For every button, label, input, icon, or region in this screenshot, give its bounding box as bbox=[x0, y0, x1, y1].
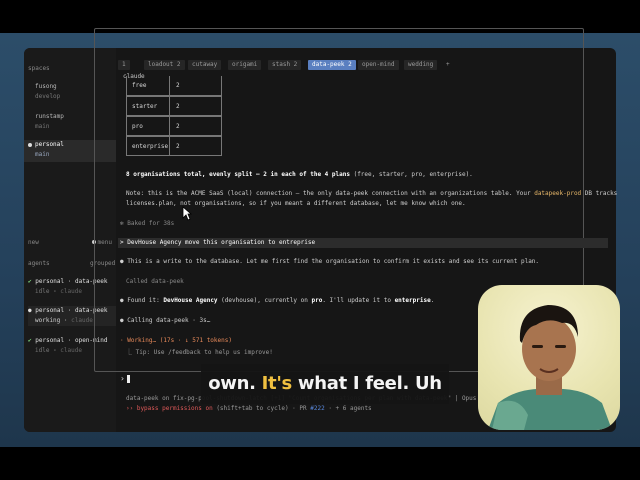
text-cursor bbox=[126, 374, 130, 383]
spinner-icon: ● bbox=[28, 307, 32, 314]
bypass-hint: (shift+tab to cycle) · PR bbox=[212, 405, 311, 412]
agents-label: agents bbox=[28, 260, 50, 267]
mouse-pointer-icon bbox=[182, 206, 192, 221]
webcam-overlay bbox=[478, 285, 620, 430]
plan-cell: free bbox=[127, 76, 170, 95]
agent-status: idle bbox=[35, 347, 50, 354]
count-cell: 2 bbox=[176, 143, 180, 150]
found-mid2: . I'll update it to bbox=[322, 297, 395, 304]
user-prompt-text: DevHouse Agency move this organisation t… bbox=[127, 239, 316, 246]
found-mid: (devhouse), currently on bbox=[217, 297, 312, 304]
table-row: enterprise 2 bbox=[126, 136, 222, 156]
summary-bold: 8 organisations total, evenly split — 2 … bbox=[126, 171, 350, 178]
agents-count: · + 6 agents bbox=[324, 405, 372, 412]
calling-line: ● Calling data-peek · 3s… bbox=[120, 317, 211, 324]
summary-tail: (free, starter, pro, enterprise). bbox=[349, 171, 473, 178]
agent-status: working bbox=[35, 317, 61, 324]
plan-cell: starter bbox=[127, 97, 170, 116]
count-cell: 2 bbox=[176, 123, 180, 130]
agent-sub: claude bbox=[60, 288, 82, 295]
caption-highlight: It's bbox=[261, 373, 293, 394]
table-row: pro 2 bbox=[126, 116, 222, 136]
prompt-marker: > bbox=[120, 239, 124, 246]
plan-cell: enterprise bbox=[127, 137, 170, 156]
target-plan: enterprise bbox=[394, 297, 431, 304]
note-text: Note: this is the ACME SaaS (local) conn… bbox=[126, 190, 535, 197]
person-avatar-icon bbox=[488, 305, 612, 430]
video-caption: own. It's what I feel. Uh bbox=[201, 364, 449, 404]
caption-post: what I feel. Uh bbox=[291, 373, 442, 394]
agent-sub: claude bbox=[60, 347, 82, 354]
plan-cell: pro bbox=[127, 117, 170, 136]
prompt-symbol: › bbox=[120, 374, 125, 383]
new-button[interactable]: new bbox=[28, 239, 39, 246]
count-cell: 2 bbox=[176, 103, 180, 110]
db-name: datapeek-prod bbox=[534, 190, 582, 197]
found-pre: ● Found it: bbox=[120, 297, 164, 304]
org-name: DevHouse Agency bbox=[163, 297, 218, 304]
check-icon: ✔ bbox=[28, 278, 32, 285]
user-prompt-row: > DevHouse Agency move this organisation… bbox=[118, 238, 608, 248]
note-text-end: DB tracks bbox=[581, 190, 618, 197]
active-dot-icon bbox=[28, 143, 32, 147]
permissions-line: ›› bypass permissions on (shift+tab to c… bbox=[126, 405, 372, 412]
reply-line: ● This is a write to the database. Let m… bbox=[120, 258, 540, 265]
table-row: starter 2 bbox=[126, 96, 222, 116]
agent-sub: claude bbox=[71, 317, 93, 324]
tip-line: ⎿ Tip: Use /feedback to help us improve! bbox=[126, 349, 273, 356]
baked-line: ✻ Baked for 38s bbox=[120, 220, 175, 227]
letterbox-bottom bbox=[0, 447, 640, 480]
spaces-label: spaces bbox=[28, 65, 50, 72]
working-line: · Working… (17s · ↓ 571 tokens) bbox=[120, 337, 232, 344]
note-line-2: licenses.plan, not organisations, so if … bbox=[126, 200, 466, 207]
table-row: free 2 bbox=[126, 76, 222, 96]
called-line: Called data-peek bbox=[126, 278, 184, 285]
note-line-1: Note: this is the ACME SaaS (local) conn… bbox=[126, 190, 617, 197]
check-icon: ✔ bbox=[28, 337, 32, 344]
current-plan: pro bbox=[311, 297, 323, 304]
count-cell: 2 bbox=[176, 82, 180, 89]
caption-pre: own. bbox=[208, 373, 262, 394]
summary-line: 8 organisations total, evenly split — 2 … bbox=[126, 171, 473, 178]
found-line: ● Found it: DevHouse Agency (devhouse), … bbox=[120, 297, 434, 304]
bypass-label: ›› bypass permissions on bbox=[126, 405, 213, 412]
found-end: . bbox=[430, 297, 435, 304]
agent-status: idle bbox=[35, 288, 50, 295]
pr-link[interactable]: #222 bbox=[310, 405, 324, 412]
